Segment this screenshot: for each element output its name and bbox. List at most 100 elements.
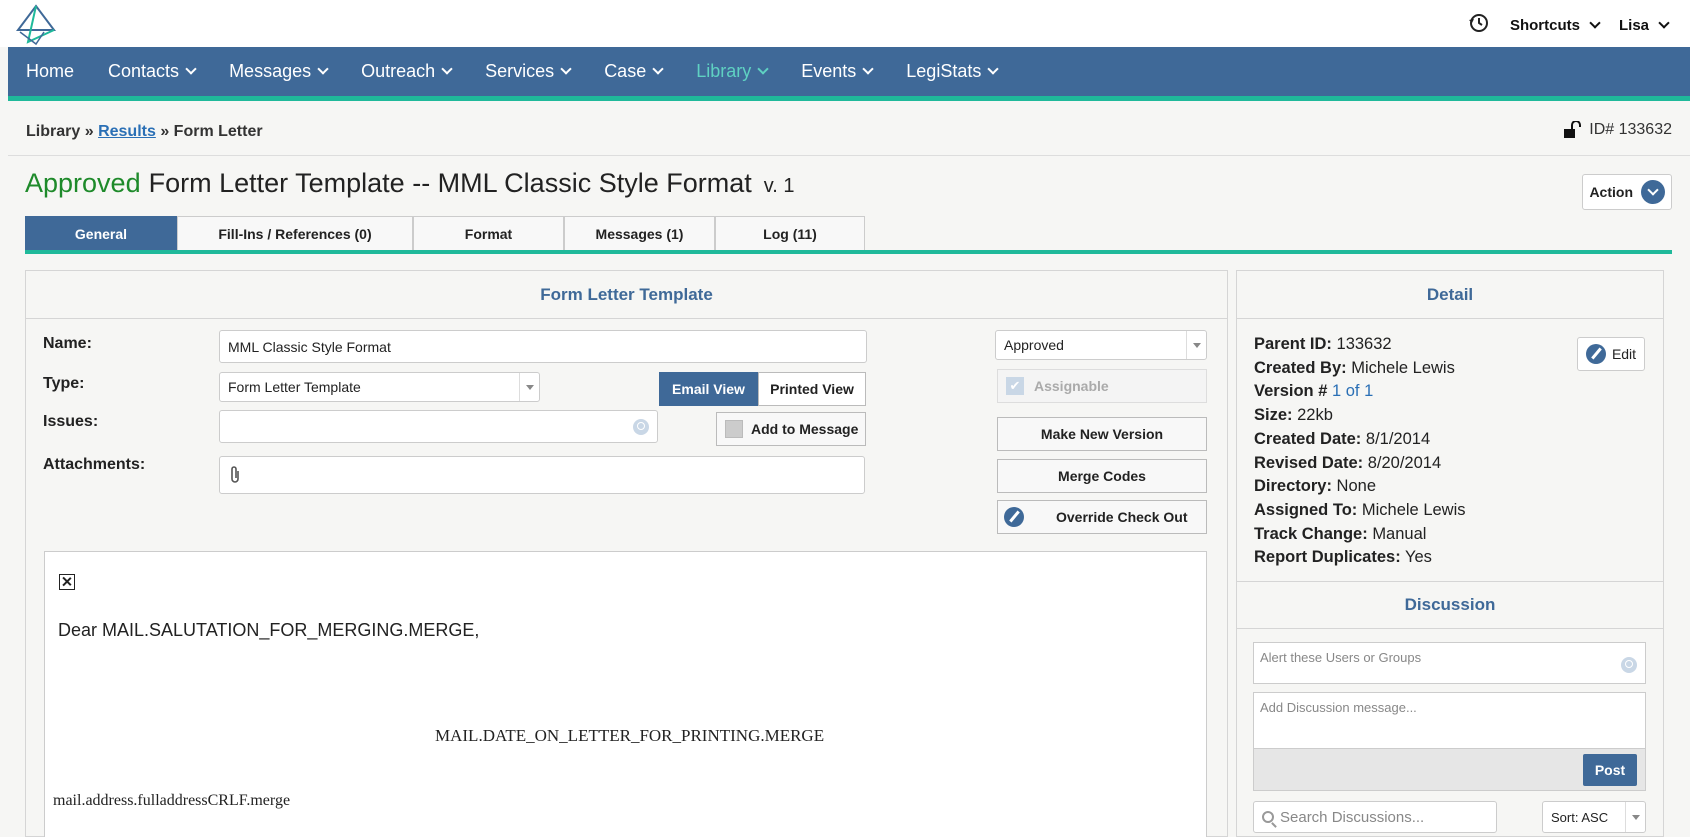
tab-messages[interactable]: Messages (1) <box>564 216 715 250</box>
merge-codes-label: Merge Codes <box>1058 468 1146 484</box>
detail-value: 133632 <box>1336 335 1392 353</box>
detail-value: Michele Lewis <box>1361 500 1466 519</box>
search-icon <box>633 418 649 435</box>
page-title: Approved Form Letter Template -- MML Clas… <box>25 168 795 199</box>
chevron-down-icon <box>560 62 572 75</box>
nav-label: Services <box>485 61 555 81</box>
version-label: v. 1 <box>763 175 795 197</box>
history-icon[interactable] <box>1468 12 1490 38</box>
nav-label: Messages <box>229 61 312 81</box>
main-nav: Home Contacts Messages Outreach Services… <box>8 47 1690 101</box>
nav-label: Events <box>801 61 857 81</box>
detail-row: Report Duplicates: Yes <box>1254 546 1663 570</box>
chevron-down-icon <box>519 373 539 401</box>
title-text: Form Letter Template -- MML Classic Styl… <box>148 168 752 198</box>
override-check-out-button[interactable]: Override Check Out <box>997 500 1207 534</box>
tab-label: Format <box>464 225 513 242</box>
tab-bar: General Fill-Ins / References (0) Format… <box>25 216 865 250</box>
nav-contacts[interactable]: Contacts <box>108 61 197 82</box>
nav-events[interactable]: Events <box>801 61 874 82</box>
chevron-down-icon <box>317 62 329 75</box>
search-discussions-input[interactable]: Search Discussions... <box>1253 801 1497 833</box>
checkmark-icon: ✔ <box>1006 377 1024 395</box>
status-badge: Approved <box>25 168 141 198</box>
detail-value: 22kb <box>1297 406 1333 425</box>
chevron-down-icon <box>441 62 453 75</box>
post-button[interactable]: Post <box>1583 754 1637 786</box>
tab-label: General <box>74 225 128 242</box>
nav-label: Contacts <box>108 61 180 81</box>
sort-select[interactable]: Sort: ASC <box>1542 801 1646 833</box>
chevron-down-icon <box>987 62 1000 75</box>
nav-case[interactable]: Case <box>604 61 664 82</box>
email-view-button[interactable]: Email View <box>659 372 758 406</box>
message-placeholder: Add Discussion message... <box>1260 700 1417 715</box>
pencil-icon <box>1004 507 1024 527</box>
post-bar: Post <box>1253 749 1646 791</box>
make-new-version-label: Make New Version <box>1040 426 1164 442</box>
alert-placeholder: Alert these Users or Groups <box>1260 650 1422 665</box>
checkbox-icon <box>725 420 743 438</box>
chevron-down-icon <box>1625 802 1645 832</box>
discussion-message-input[interactable]: Add Discussion message... <box>1253 692 1646 749</box>
type-select[interactable]: Form Letter Template <box>219 372 540 402</box>
detail-row: Size: 22kb <box>1254 404 1663 428</box>
tab-log[interactable]: Log (11) <box>715 216 865 250</box>
nav-services[interactable]: Services <box>485 61 572 82</box>
type-value: Form Letter Template <box>228 379 361 395</box>
type-label: Type: <box>43 375 85 392</box>
detail-row: Created Date: 8/1/2014 <box>1254 428 1663 452</box>
action-button[interactable]: Action <box>1582 174 1672 210</box>
form-panel: Form Letter Template Name: MML Classic S… <box>25 270 1228 837</box>
action-label: Action <box>1589 184 1633 200</box>
version-link[interactable]: 1 of 1 <box>1332 382 1373 400</box>
nav-messages[interactable]: Messages <box>229 61 329 82</box>
alert-users-input[interactable]: Alert these Users or Groups <box>1253 642 1646 684</box>
detail-value: Michele Lewis <box>1351 358 1455 377</box>
nav-label: LegiStats <box>906 61 982 81</box>
pencil-icon <box>1585 344 1606 364</box>
user-menu[interactable]: Lisa <box>1619 16 1670 34</box>
detail-row: Track Change: Manual <box>1254 523 1663 547</box>
unlock-icon[interactable] <box>1563 121 1582 139</box>
status-value: Approved <box>1004 337 1064 353</box>
tab-label: Log (11) <box>763 225 817 242</box>
detail-row: Directory: None <box>1254 475 1663 499</box>
nav-library[interactable]: Library <box>696 61 769 82</box>
tab-underline <box>25 250 1672 254</box>
merge-codes-button[interactable]: Merge Codes <box>997 459 1207 493</box>
assignable-checkbox[interactable]: ✔ Assignable <box>997 369 1207 403</box>
chevron-down-icon <box>757 62 769 75</box>
letter-editor[interactable]: Dear MAIL.SALUTATION_FOR_MERGING.MERGE, … <box>44 551 1207 837</box>
edit-button[interactable]: Edit <box>1577 337 1645 371</box>
printed-view-button[interactable]: Printed View <box>758 372 866 406</box>
breadcrumb-separator: » <box>160 123 170 140</box>
paperclip-icon <box>231 466 239 483</box>
top-bar: Shortcuts Lisa <box>0 0 1690 47</box>
add-to-message-checkbox[interactable]: Add to Message <box>716 412 866 446</box>
nav-outreach[interactable]: Outreach <box>361 61 453 82</box>
app-logo-icon[interactable] <box>14 2 58 46</box>
name-label: Name: <box>43 335 92 352</box>
breadcrumb-root: Library <box>26 123 81 140</box>
breadcrumb: Library » Results » Form Letter <box>26 123 263 141</box>
tab-general[interactable]: General <box>25 216 177 250</box>
add-to-message-label: Add to Message <box>751 421 859 437</box>
name-input[interactable]: MML Classic Style Format <box>219 330 867 363</box>
tab-fill-ins[interactable]: Fill-Ins / References (0) <box>177 216 413 250</box>
nav-home[interactable]: Home <box>26 61 74 82</box>
shortcuts-menu[interactable]: Shortcuts <box>1510 17 1601 34</box>
detail-heading: Detail <box>1237 271 1663 319</box>
breadcrumb-results-link[interactable]: Results <box>98 123 156 140</box>
tab-format[interactable]: Format <box>413 216 564 250</box>
nav-legistats[interactable]: LegiStats <box>906 61 1000 82</box>
make-new-version-button[interactable]: Make New Version <box>997 417 1207 451</box>
status-select[interactable]: Approved <box>995 330 1207 360</box>
issues-input[interactable] <box>219 410 658 443</box>
attachments-field[interactable] <box>219 456 865 494</box>
attachments-label: Attachments: <box>43 456 146 473</box>
email-view-label: Email View <box>672 381 745 397</box>
detail-key: Size: <box>1254 406 1293 425</box>
chevron-down-icon <box>1658 16 1670 29</box>
broken-image-icon <box>59 574 75 590</box>
